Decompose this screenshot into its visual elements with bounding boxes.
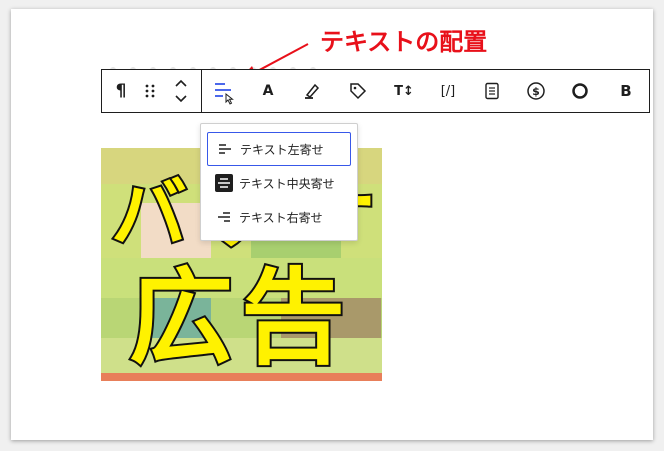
brackets-icon: [/] — [440, 83, 456, 99]
svg-text:$: $ — [532, 85, 540, 98]
banner-text-kokoku: 広告 — [127, 257, 354, 379]
font-size-button[interactable]: T↕ — [386, 70, 422, 112]
move-up-down-button[interactable] — [166, 70, 196, 112]
block-toolbar: ¶ A T↕ [/] $ B — [101, 69, 650, 113]
drag-handle[interactable] — [138, 70, 162, 112]
align-center-option[interactable]: テキスト中央寄せ — [207, 166, 351, 200]
hand-cursor-icon — [225, 92, 234, 105]
text-size-icon: T↕ — [394, 83, 414, 99]
pen-icon — [305, 83, 320, 99]
paragraph-button[interactable]: ¶ — [106, 70, 136, 112]
document-icon — [485, 82, 499, 100]
align-center-icon — [215, 174, 233, 192]
align-right-icon — [215, 208, 233, 226]
bold-button[interactable]: B — [608, 70, 644, 112]
text-align-button[interactable] — [206, 70, 242, 112]
tag-button[interactable] — [340, 70, 376, 112]
chevron-up-down-icon — [175, 79, 187, 103]
align-right-label: テキスト右寄せ — [239, 210, 323, 225]
highlight-button[interactable] — [294, 70, 330, 112]
code-button[interactable]: [/] — [430, 70, 466, 112]
align-right-option[interactable]: テキスト右寄せ — [207, 200, 351, 234]
align-center-label: テキスト中央寄せ — [239, 176, 335, 191]
toolbar-separator — [201, 70, 202, 112]
bold-icon: B — [620, 82, 632, 100]
dollar-circle-icon: $ — [527, 82, 545, 100]
banner-text-ba: バ — [109, 169, 189, 258]
align-left-icon — [215, 83, 234, 105]
text-color-button[interactable]: A — [250, 70, 286, 112]
align-left-label: テキスト左寄せ — [240, 142, 324, 157]
pilcrow-icon: ¶ — [115, 81, 127, 101]
letter-a-icon: A — [262, 83, 274, 99]
drag-dots-icon — [145, 84, 155, 98]
circle-button[interactable] — [562, 70, 598, 112]
align-left-icon — [216, 140, 234, 158]
text-align-dropdown: テキスト左寄せ テキスト中央寄せ テキスト右寄せ — [200, 123, 358, 241]
document-button[interactable] — [474, 70, 510, 112]
circle-icon — [572, 83, 588, 99]
tag-icon — [350, 83, 367, 100]
dollar-button[interactable]: $ — [518, 70, 554, 112]
align-left-option[interactable]: テキスト左寄せ — [207, 132, 351, 166]
